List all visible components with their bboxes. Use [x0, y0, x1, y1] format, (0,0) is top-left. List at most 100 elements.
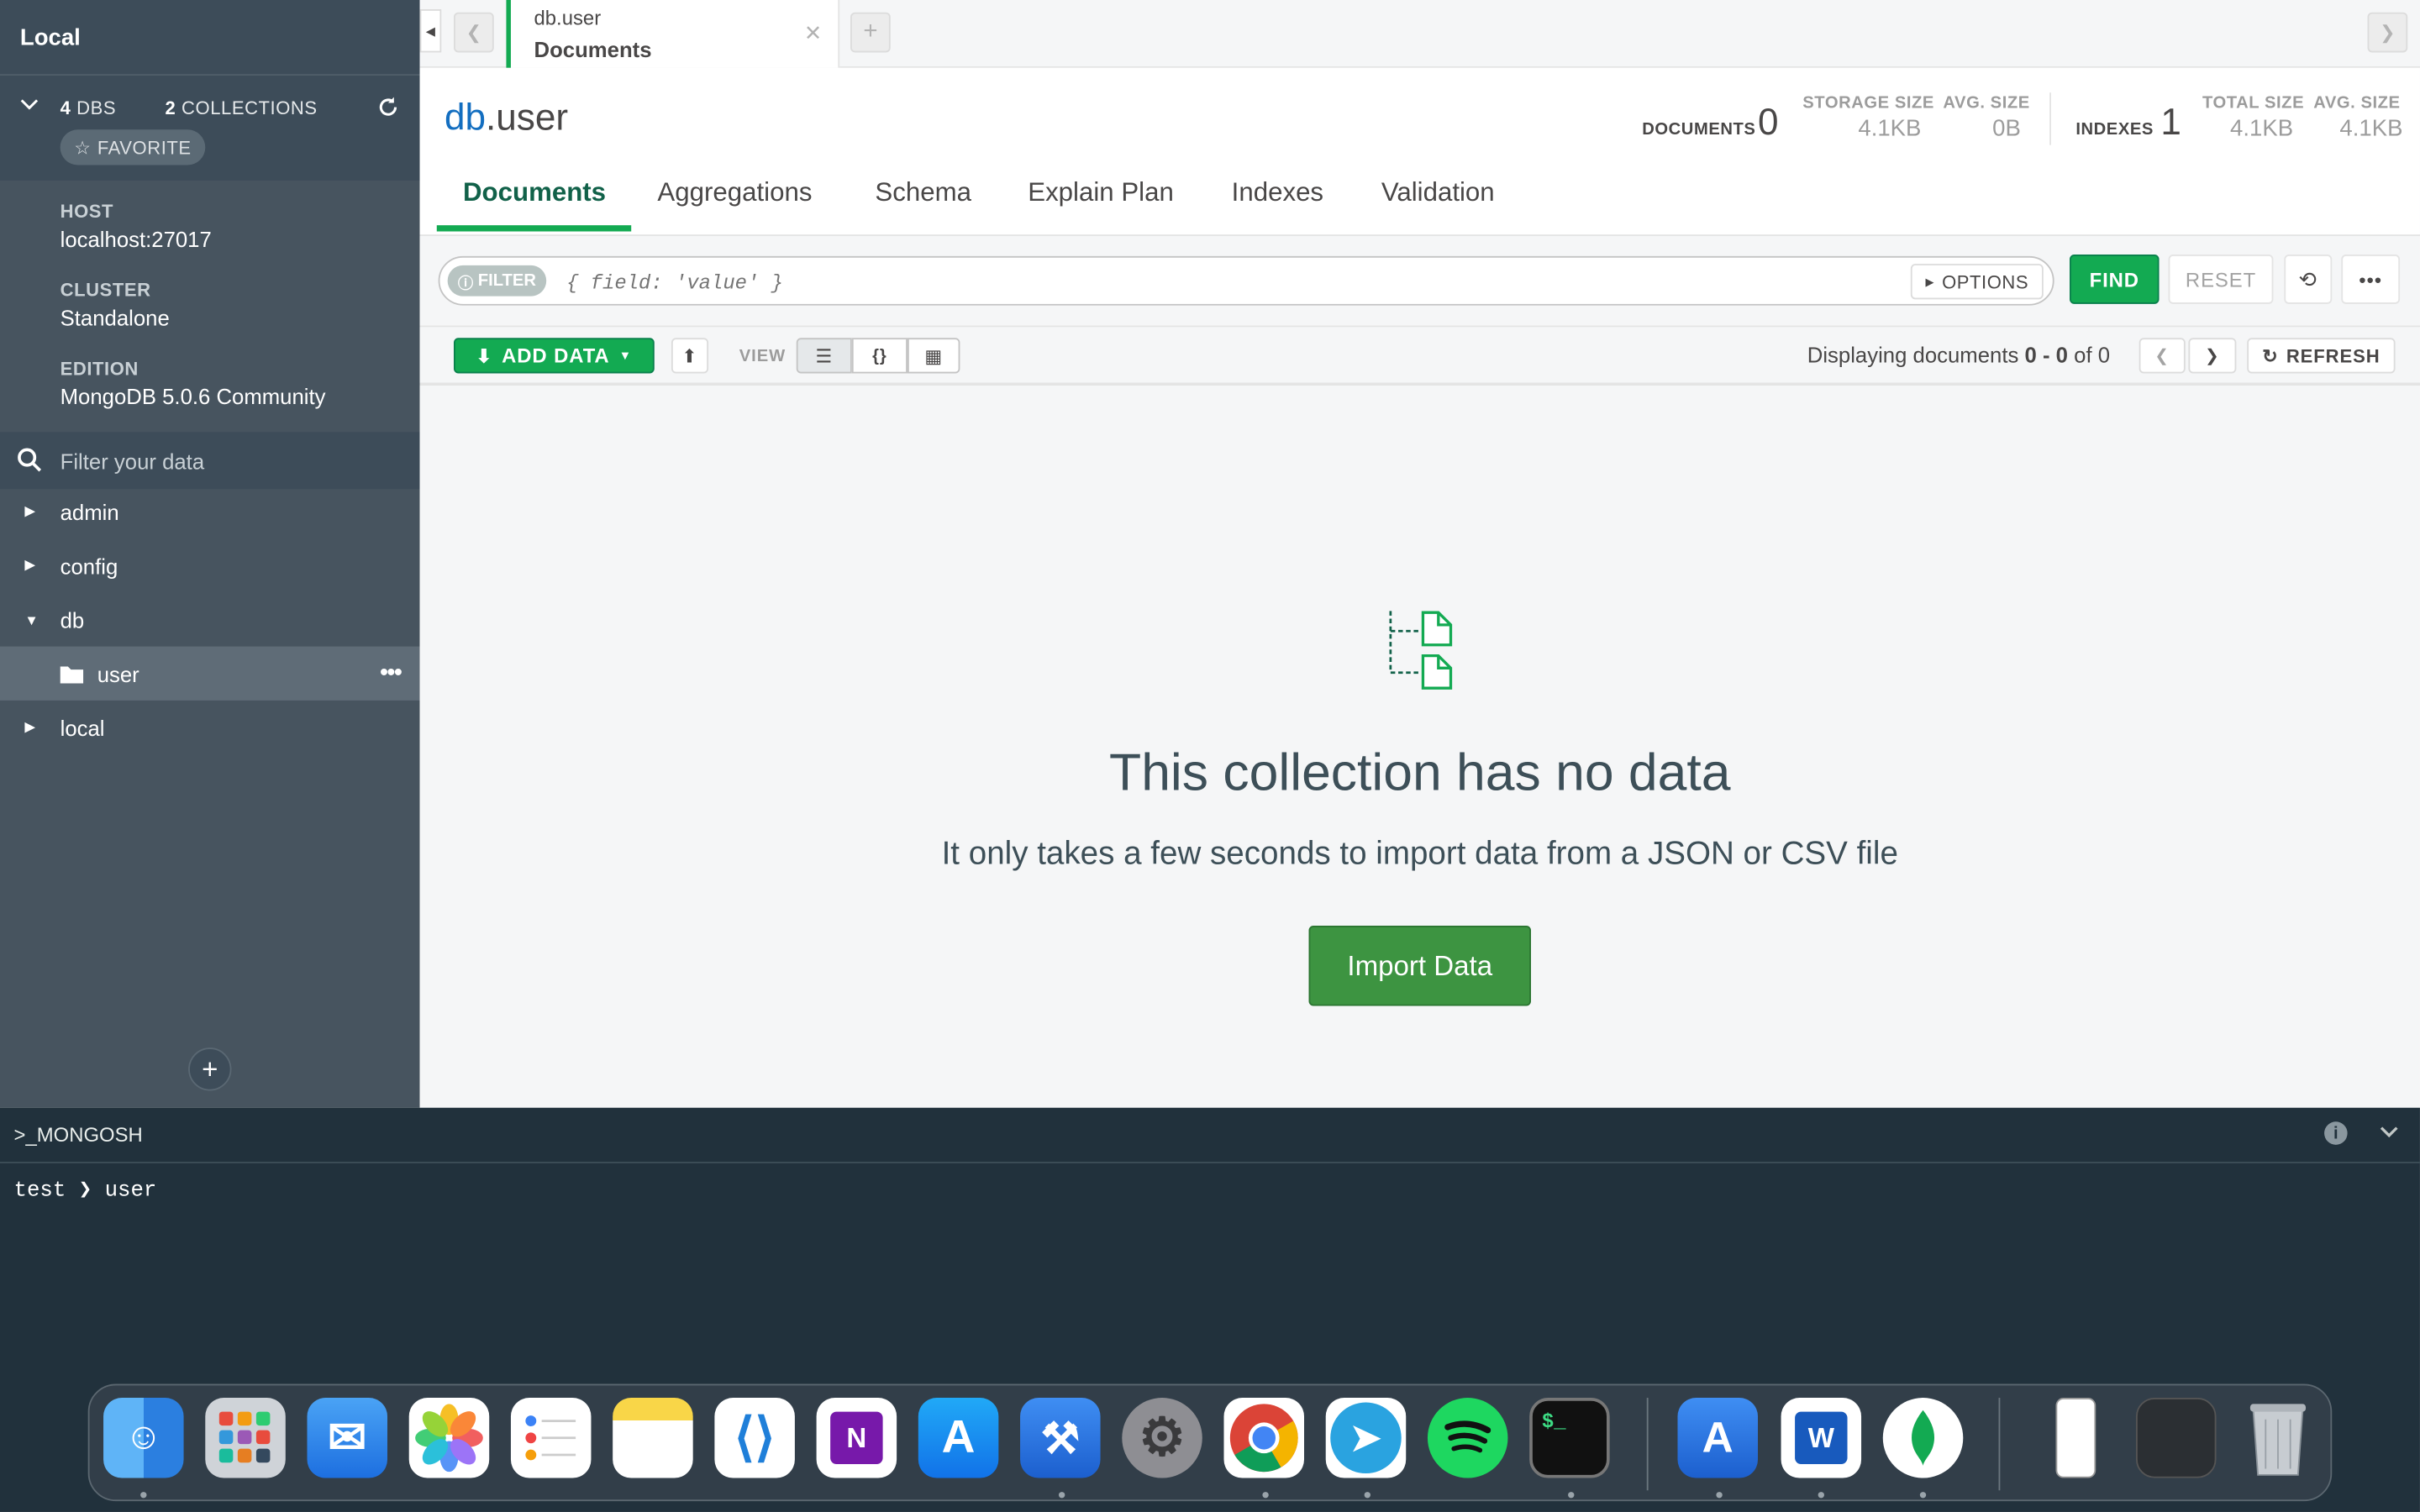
filter-data-input[interactable] [60, 445, 400, 477]
sidebar: Local 4 DBS 2 COLLECTIONS ☆ FAVORITE HOST… [0, 0, 420, 1108]
screenshot-window-icon[interactable] [2135, 1398, 2217, 1478]
collection-namespace: db.user [445, 97, 568, 140]
running-indicator [1568, 1492, 1575, 1499]
finder-icon[interactable]: ☺ [103, 1398, 184, 1478]
vscode-icon[interactable]: ⟨⟩ [714, 1398, 795, 1478]
create-database-button[interactable]: + [188, 1047, 232, 1091]
more-options-icon[interactable]: ••• [380, 660, 402, 688]
tab-db-user-documents[interactable]: db.user Documents ✕ [506, 0, 840, 68]
range-end: 0 [2055, 342, 2069, 368]
tab-explain-plan[interactable]: Explain Plan [1028, 177, 1174, 208]
running-indicator [1818, 1492, 1824, 1499]
info-icon: ⓘ [457, 275, 474, 293]
tab-validation[interactable]: Validation [1381, 177, 1495, 208]
table-view-button[interactable]: ▦ [907, 338, 960, 374]
mail-icon[interactable]: ✉ [307, 1398, 388, 1478]
collapse-sidebar-button[interactable]: ◀ [419, 9, 442, 53]
sidebar-item-admin[interactable]: ▶ admin [0, 485, 420, 538]
plus-icon: + [863, 18, 878, 45]
collections-count-value: 2 [165, 97, 176, 119]
new-tab-button[interactable]: + [850, 12, 891, 53]
tabs-scroll-right-button[interactable]: ❯ [2367, 12, 2408, 53]
tab-documents[interactable]: Documents [463, 177, 606, 208]
reminders-icon[interactable] [510, 1398, 592, 1478]
tabs-scroll-left-button[interactable]: ❮ [453, 12, 494, 53]
running-indicator [1058, 1492, 1065, 1499]
reset-button[interactable]: RESET [2168, 255, 2274, 304]
add-data-button[interactable]: ⬇ ADD DATA ▼ [453, 338, 655, 374]
refresh-icon[interactable] [376, 96, 400, 127]
shell-command: user [104, 1179, 157, 1204]
filter-input-container[interactable]: ⓘFILTER ▶ OPTIONS [438, 255, 2054, 306]
db-name: db [60, 606, 85, 633]
find-button[interactable]: FIND [2070, 255, 2160, 304]
system-preferences-icon[interactable]: ⚙ [1122, 1398, 1202, 1478]
tab-aggregations[interactable]: Aggregations [657, 177, 812, 208]
caret-right-icon: ▶ [24, 502, 36, 519]
download-icon: ⬇ [476, 344, 493, 367]
notes-icon[interactable] [613, 1398, 693, 1478]
avg-size-label: AVG. SIZE [1943, 94, 2030, 113]
namespace-db[interactable]: db [445, 97, 486, 139]
sidebar-item-local[interactable]: ▶ local [0, 701, 420, 754]
collapse-chevron-icon[interactable] [18, 94, 40, 123]
tab-title: Documents [534, 37, 652, 62]
iphone-window-icon[interactable] [2040, 1398, 2111, 1478]
filter-label: FILTER [477, 271, 536, 291]
search-icon [17, 448, 42, 480]
empty-documents-icon [1386, 608, 1456, 702]
favorite-button[interactable]: ☆ FAVORITE [60, 129, 206, 165]
query-history-button[interactable]: ⟲ [2284, 255, 2333, 304]
xcode-icon[interactable]: ⚒ [1020, 1398, 1101, 1478]
launchpad-icon[interactable] [205, 1398, 286, 1478]
sidebar-item-db[interactable]: ▼ db [0, 592, 420, 646]
sidebar-item-config[interactable]: ▶ config [0, 538, 420, 592]
spotify-icon[interactable] [1427, 1398, 1508, 1478]
terminal-icon[interactable]: $_ [1529, 1398, 1610, 1478]
info-icon[interactable]: i [2324, 1121, 2348, 1145]
documents-label: DOCUMENTS [1642, 120, 1756, 139]
prompt-chevron-icon: ❯ [66, 1179, 105, 1204]
dbs-count-value: 4 [60, 97, 71, 119]
caret-down-icon: ▼ [618, 349, 633, 363]
tab-indexes[interactable]: Indexes [1232, 177, 1323, 208]
total-size-label: TOTAL SIZE [2202, 94, 2305, 113]
list-icon: ☰ [815, 344, 834, 367]
filter-query-input[interactable] [566, 266, 1894, 298]
list-view-button[interactable]: ☰ [796, 338, 852, 374]
pagination-summary: Displaying documents 0 - 0 of 0 [1807, 343, 2110, 367]
simulator-icon[interactable]: A [1677, 1398, 1759, 1478]
next-page-button[interactable]: ❯ [2188, 338, 2237, 374]
namespace-collection: .user [486, 97, 569, 139]
running-indicator [1262, 1492, 1269, 1499]
view-label: VIEW [739, 347, 786, 366]
close-tab-icon[interactable]: ✕ [804, 20, 823, 46]
chevron-down-icon[interactable] [2378, 1120, 2400, 1149]
tab-schema[interactable]: Schema [875, 177, 971, 208]
indexes-value: 1 [2160, 102, 2181, 144]
json-view-button[interactable]: {} [851, 338, 908, 374]
options-button[interactable]: ▶ OPTIONS [1910, 264, 2044, 300]
export-button[interactable]: ⬆ [671, 338, 709, 374]
active-tab-underline [436, 225, 632, 232]
app-store-icon[interactable]: A [918, 1398, 999, 1478]
word-icon[interactable]: W [1781, 1398, 1862, 1478]
photos-icon[interactable] [408, 1398, 490, 1478]
import-data-button[interactable]: Import Data [1308, 926, 1532, 1006]
telegram-icon[interactable]: ➤ [1325, 1398, 1407, 1478]
shell-input-line[interactable]: test ❯ user [14, 1177, 157, 1203]
refresh-button[interactable]: ↻ REFRESH [2247, 338, 2396, 374]
shell-prompt: test [13, 1179, 66, 1204]
storage-size-value: 4.1KB [1858, 115, 1922, 142]
displaying-text: Displaying documents [1807, 342, 2025, 368]
sidebar-stats: 4 DBS 2 COLLECTIONS [0, 74, 420, 181]
chrome-icon[interactable] [1223, 1398, 1305, 1478]
previous-page-button[interactable]: ❮ [2139, 338, 2186, 374]
sidebar-item-user-collection[interactable]: user ••• [0, 646, 420, 701]
onenote-icon[interactable]: N [816, 1398, 897, 1478]
trash-icon[interactable] [2238, 1398, 2318, 1478]
db-name: config [60, 553, 118, 578]
mongodb-compass-icon[interactable] [1882, 1398, 1964, 1478]
shell-header[interactable] [0, 1108, 2420, 1163]
more-query-options-button[interactable]: ••• [2341, 255, 2401, 304]
